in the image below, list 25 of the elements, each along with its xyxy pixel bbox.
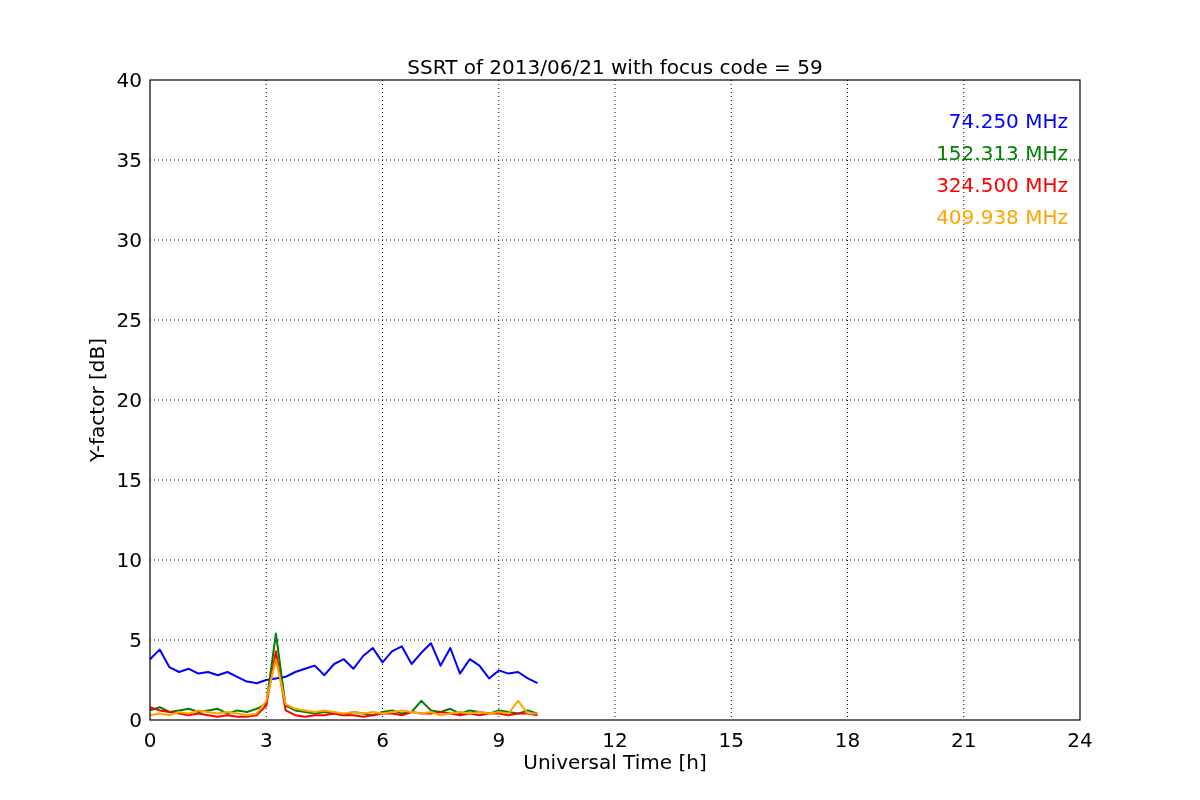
- x-tick-label: 24: [1067, 728, 1093, 752]
- x-tick-label: 6: [376, 728, 389, 752]
- y-axis-label: Y-factor [dB]: [85, 338, 109, 462]
- x-tick-label: 15: [718, 728, 744, 752]
- legend-label: 152.313 MHz: [936, 141, 1068, 165]
- chart-title: SSRT of 2013/06/21 with focus code = 59: [407, 55, 823, 79]
- legend-label: 409.938 MHz: [936, 205, 1068, 229]
- y-tick-label: 20: [116, 388, 142, 412]
- x-tick-label: 9: [492, 728, 506, 752]
- legend-label: 324.500 MHz: [936, 173, 1068, 197]
- y-tick-label: 5: [129, 628, 142, 652]
- x-axis-label: Universal Time [h]: [523, 750, 707, 774]
- legend-label: 74.250 MHz: [948, 109, 1068, 133]
- x-tick-label: 0: [143, 728, 157, 752]
- y-tick-label: 15: [116, 468, 142, 492]
- y-tick-label: 30: [116, 228, 142, 252]
- y-tick-label: 35: [116, 148, 142, 172]
- y-tick-label: 40: [116, 68, 142, 92]
- x-tick-label: 18: [834, 728, 861, 752]
- x-tick-label: 12: [602, 728, 628, 752]
- y-tick-label: 25: [116, 308, 142, 332]
- x-tick-label: 21: [951, 728, 977, 752]
- y-tick-label: 10: [116, 548, 142, 572]
- y-tick-label: 0: [129, 708, 142, 732]
- x-tick-label: 3: [259, 728, 273, 752]
